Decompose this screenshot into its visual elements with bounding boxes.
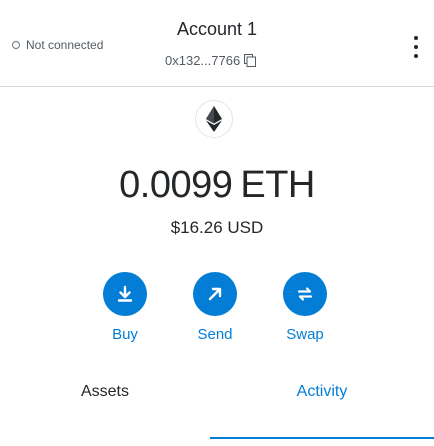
eth-logo-icon xyxy=(195,100,233,138)
active-tab-indicator xyxy=(210,437,434,439)
eth-balance: 0.0099 ETH xyxy=(0,164,434,207)
ethereum-icon xyxy=(206,106,222,132)
tab-assets[interactable]: Assets xyxy=(0,383,210,438)
send-button-circle[interactable] xyxy=(193,272,237,316)
account-name[interactable]: Account 1 xyxy=(0,19,434,40)
arrow-up-right-icon xyxy=(208,287,222,301)
menu-dot-icon xyxy=(414,45,418,49)
tab-activity[interactable]: Activity xyxy=(210,383,434,438)
swap-label: Swap xyxy=(286,326,324,343)
status-dot-icon xyxy=(12,41,20,49)
copy-icon[interactable] xyxy=(244,54,257,67)
menu-dot-icon xyxy=(414,54,418,58)
fiat-balance: $16.26 USD xyxy=(170,218,264,237)
menu-dot-icon xyxy=(414,36,418,40)
account-address-text: 0x132...7766 xyxy=(165,53,241,68)
send-button[interactable]: Send xyxy=(185,272,245,343)
eth-balance-unit: ETH xyxy=(240,164,315,206)
swap-button-circle[interactable] xyxy=(283,272,327,316)
swap-icon xyxy=(297,287,313,301)
connection-status[interactable]: Not connected xyxy=(12,38,103,52)
account-address[interactable]: 0x132...7766 xyxy=(165,53,257,68)
tab-activity-label: Activity xyxy=(296,383,348,400)
connection-status-label: Not connected xyxy=(26,38,104,52)
send-label: Send xyxy=(197,326,233,343)
asset-activity-tabs: Assets Activity xyxy=(0,383,434,446)
eth-balance-amount: 0.0099 xyxy=(119,164,233,206)
download-icon xyxy=(117,285,133,302)
buy-label: Buy xyxy=(112,326,138,343)
account-header: Not connected Account 1 0x132...7766 xyxy=(0,0,434,87)
account-options-menu-button[interactable] xyxy=(412,36,420,58)
swap-button[interactable]: Swap xyxy=(275,272,335,343)
buy-button[interactable]: Buy xyxy=(95,272,155,343)
buy-button-circle[interactable] xyxy=(103,272,147,316)
tab-assets-label: Assets xyxy=(80,383,129,400)
